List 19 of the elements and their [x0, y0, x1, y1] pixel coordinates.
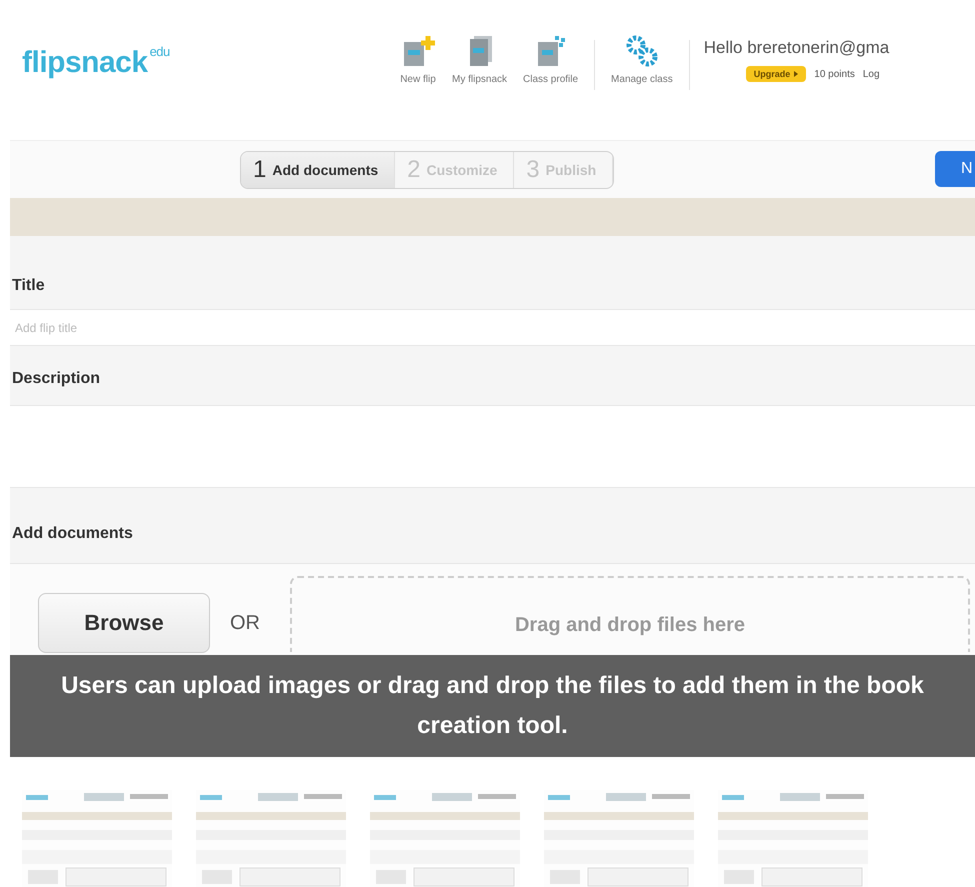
caption: Users can upload images or drag and drop the files to add them in the book creation tool. — [10, 655, 975, 757]
nav-item[interactable]: New flip — [392, 34, 444, 85]
points: 10 points — [814, 68, 855, 80]
caret-icon — [794, 71, 798, 77]
step-tab[interactable]: 1 Add documents — [241, 152, 396, 188]
browse-button[interactable]: Browse — [38, 593, 210, 653]
or-text: OR — [230, 612, 260, 634]
nav-item[interactable]: My flipsnack — [444, 34, 516, 85]
next-button[interactable]: N — [935, 151, 975, 187]
gears-icon — [624, 34, 660, 68]
nav-item[interactable]: Class profile — [515, 34, 586, 85]
section-label: Add documents — [12, 525, 133, 543]
nav-item[interactable]: Manage class — [603, 34, 681, 85]
field-label: Description — [12, 370, 100, 388]
field-label: Title — [12, 277, 45, 295]
greeting: Hello breretonerin@gma — [704, 38, 890, 58]
drop-zone[interactable]: Drag and drop files here — [290, 576, 970, 652]
logout-link[interactable]: Log — [862, 68, 880, 80]
upgrade-button[interactable]: Upgrade — [746, 66, 806, 82]
